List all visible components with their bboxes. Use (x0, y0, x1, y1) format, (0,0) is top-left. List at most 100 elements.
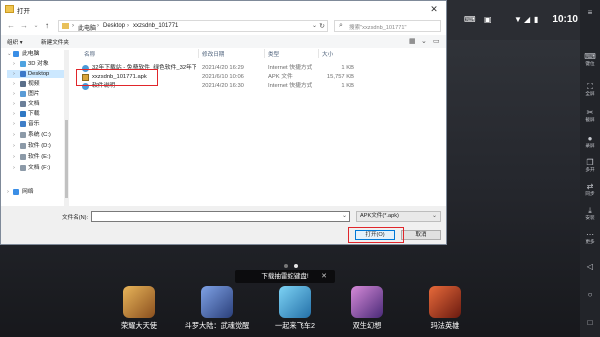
cancel-button[interactable]: 取消 (401, 230, 441, 240)
chevron-right-icon[interactable]: › (13, 70, 15, 78)
column-header-date[interactable]: 修改日期 (202, 50, 224, 58)
sidebar-item-this-pc[interactable]: ⌄ 此电脑 (7, 50, 69, 58)
view-options-icon[interactable]: ▦ (409, 37, 416, 45)
sidebar-item-drive-d[interactable]: › 软件 (D:) (7, 142, 69, 150)
app-launcher-5[interactable]: 玛法英雄 (410, 286, 480, 331)
page-dot-active[interactable] (294, 264, 298, 268)
scrollbar-thumb[interactable] (65, 120, 68, 198)
sidebar-item-drive-f[interactable]: › 文档 (F:) (7, 164, 69, 172)
sidebar-item-pictures[interactable]: › 图片 (7, 90, 69, 98)
chevron-right-icon[interactable]: › (13, 100, 15, 108)
chevron-right-icon[interactable]: › (7, 188, 9, 196)
file-type: Internet 快捷方式 (268, 65, 313, 71)
sidebar-item-drive-c[interactable]: › 系统 (C:) (7, 131, 69, 139)
back-arrow-icon[interactable]: ← (5, 20, 17, 32)
navigation-scrollbar[interactable] (64, 50, 69, 206)
forward-arrow-icon[interactable]: → (18, 20, 30, 32)
drive-icon (20, 154, 26, 160)
file-date: 2021/4/20 16:30 (202, 83, 244, 89)
refresh-icon[interactable]: ↻ (319, 22, 325, 30)
computer-icon (13, 51, 19, 57)
battery-icon: ▮ (534, 15, 539, 24)
page-dot[interactable] (284, 264, 288, 268)
chevron-down-icon[interactable]: ⌄ (312, 22, 317, 29)
notification-icon: ▣ (484, 15, 492, 24)
gamepad-icon[interactable]: ⌨ (464, 16, 476, 24)
chevron-right-icon[interactable]: › (13, 80, 15, 88)
dialog-title-bar: 打开 ✕ (1, 1, 446, 18)
breadcrumb-current-folder[interactable]: xxzsdnb_101771 (133, 23, 178, 29)
sync-button[interactable]: ⇄ 同步 (580, 182, 600, 197)
signal-icon: ◢ (524, 15, 531, 24)
chevron-down-icon[interactable]: ⌄ (421, 37, 427, 45)
breadcrumb-this-pc[interactable]: 此电脑 (78, 23, 96, 32)
chevron-down-icon[interactable]: ⌄ (342, 212, 347, 219)
chevron-right-icon[interactable]: › (13, 164, 15, 172)
chevron-right-icon[interactable]: › (13, 131, 15, 139)
preview-pane-icon[interactable]: ▭ (433, 37, 440, 45)
chevron-right-icon[interactable]: › (13, 90, 15, 98)
menu-icon: ≡ (587, 8, 593, 17)
fullscreen-button[interactable]: ⛶ 全屏 (580, 82, 600, 97)
app-launcher-3[interactable]: 一起来飞车2 (260, 286, 330, 331)
sidebar-item-documents[interactable]: › 文档 (7, 100, 69, 108)
up-arrow-icon[interactable]: ↑ (41, 20, 53, 32)
drive-icon (20, 132, 26, 138)
game-app-icon (279, 286, 311, 318)
sidebar-item-desktop[interactable]: › Desktop (7, 70, 69, 78)
column-header-name[interactable]: 名称 (84, 50, 95, 58)
breadcrumb-desktop[interactable]: Desktop (103, 23, 125, 29)
highlight-box-apk (76, 69, 158, 86)
search-input[interactable]: ⌕ 搜索"xxzsdnb_101771" (334, 20, 441, 32)
filetype-value: APK文件(*.apk) (360, 213, 399, 219)
sidebar-item-music[interactable]: › 音乐 (7, 120, 69, 128)
pictures-icon (20, 91, 26, 97)
file-date: 2021/4/20 16:29 (202, 65, 244, 71)
game-app-icon (201, 286, 233, 318)
screenshot-icon: ✂ (586, 108, 594, 117)
sidebar-item-network[interactable]: › 网络 (7, 188, 69, 196)
install-button[interactable]: ⤓ 安装 (580, 206, 600, 221)
chevron-right-icon[interactable]: › (13, 60, 15, 68)
sidebar-item-videos[interactable]: › 视频 (7, 80, 69, 88)
new-folder-button[interactable]: 新建文件夹 (41, 38, 69, 46)
sidebar-item-3d-objects[interactable]: › 3D 对象 (7, 60, 69, 68)
wifi-icon: ▼ (514, 15, 522, 24)
chevron-down-icon: ⌄ (431, 213, 437, 219)
sidebar-item-drive-e[interactable]: › 软件 (E:) (7, 153, 69, 161)
back-button[interactable]: ◁ (580, 262, 600, 271)
dialog-title: 打开 (17, 8, 30, 15)
address-bar[interactable]: › 此电脑 › Desktop › xxzsdnb_101771 ⌄ ↻ (58, 20, 328, 32)
recents-button[interactable]: □ (580, 318, 600, 327)
record-button[interactable]: ● 录屏 (580, 134, 600, 149)
filename-input[interactable]: ⌄ (91, 211, 350, 222)
chevron-right-icon[interactable]: › (13, 110, 15, 118)
close-button[interactable]: ✕ (428, 3, 440, 15)
chevron-right-icon[interactable]: › (13, 142, 15, 150)
app-launcher-4[interactable]: 双生幻想 (332, 286, 402, 331)
music-icon (20, 121, 26, 127)
screenshot-button[interactable]: ✂ 截屏 (580, 108, 600, 123)
column-header-size[interactable]: 大小 (322, 50, 333, 58)
address-row: ← → ⌄ ↑ › 此电脑 › Desktop › xxzsdnb_101771… (1, 18, 446, 35)
home-button[interactable]: ○ (580, 290, 600, 299)
close-icon[interactable]: ✕ (318, 270, 330, 283)
sidebar-item-downloads[interactable]: › 下载 (7, 110, 69, 118)
organize-button[interactable]: 组织 ▾ (7, 38, 23, 46)
app-launcher-2[interactable]: 斗罗大陆：武魂觉醒 (182, 286, 252, 331)
menu-button[interactable]: ≡ (580, 8, 600, 17)
column-header-type[interactable]: 类型 (268, 50, 279, 58)
chevron-right-icon[interactable]: › (13, 120, 15, 128)
chevron-down-icon[interactable]: ⌄ (7, 50, 12, 58)
recents-icon: □ (587, 318, 593, 327)
multi-instance-button[interactable]: ❐ 多开 (580, 158, 600, 173)
clock-time: 10:10 (552, 14, 578, 25)
app-launcher-1[interactable]: 荣耀大天使 (104, 286, 174, 331)
chevron-right-icon[interactable]: › (13, 153, 15, 161)
search-icon: ⌕ (339, 22, 343, 29)
more-button[interactable]: ⋯ 更多 (580, 230, 600, 245)
emulator-side-toolbar: ≡ ⌨ 键位 ⛶ 全屏 ✂ 截屏 ● 录屏 ❐ 多开 ⇄ 同步 ⤓ 安装 ⋯ 更多 ◁ ○ □ (580, 0, 600, 337)
file-size: 15,757 KB (326, 74, 354, 80)
keymap-button[interactable]: ⌨ 键位 (580, 52, 600, 67)
filetype-select[interactable]: APK文件(*.apk) ⌄ (356, 211, 441, 222)
